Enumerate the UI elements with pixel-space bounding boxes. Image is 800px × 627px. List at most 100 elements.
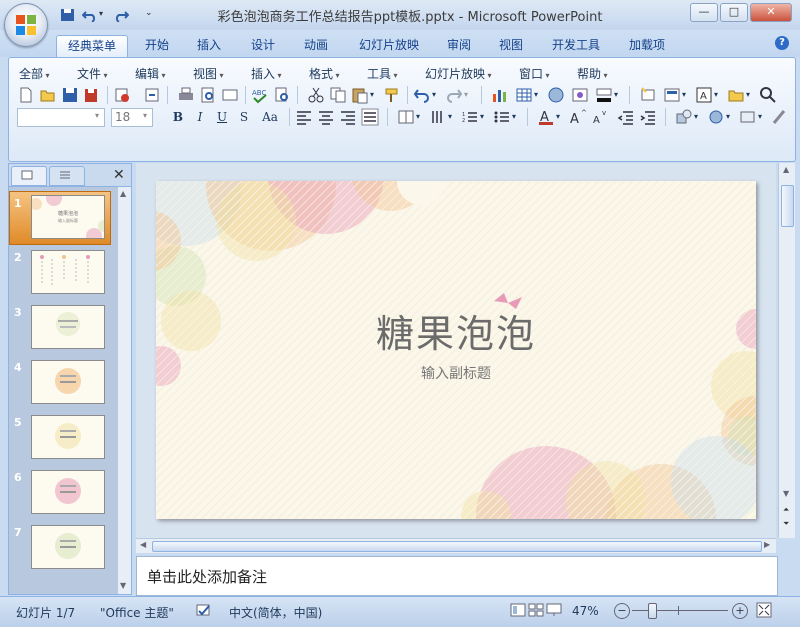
menu-edit[interactable]: 编辑	[135, 65, 166, 82]
tab-view[interactable]: 视图	[492, 35, 530, 56]
bullets-dropdown-icon[interactable]: ▾	[512, 112, 516, 121]
underline-button[interactable]: U	[213, 108, 231, 126]
permission-icon[interactable]	[113, 86, 131, 104]
menu-view[interactable]: 视图	[193, 65, 224, 82]
paste-icon[interactable]	[351, 86, 369, 104]
zoom-in-icon[interactable]: +	[732, 603, 748, 619]
slide-thumbnail[interactable]	[31, 470, 105, 514]
scroll-down-icon[interactable]: ▼	[120, 581, 126, 590]
font-name-select[interactable]	[17, 108, 105, 127]
font-size-dropdown-icon[interactable]: ▾	[143, 111, 147, 120]
slide-thumbnail[interactable]	[31, 415, 105, 459]
undo-dropdown-icon[interactable]: ▾	[99, 9, 103, 18]
bold-button[interactable]: B	[169, 108, 187, 126]
format-painter-icon[interactable]	[383, 86, 401, 104]
align-center-icon[interactable]	[317, 108, 335, 126]
find-icon[interactable]	[759, 86, 777, 104]
menu-format[interactable]: 格式	[309, 65, 340, 82]
undo-toolbar-dropdown-icon[interactable]: ▾	[432, 90, 436, 99]
text-direction-icon[interactable]	[429, 108, 447, 126]
columns-icon[interactable]	[397, 108, 415, 126]
decrease-indent-icon[interactable]	[617, 108, 635, 126]
tab-design[interactable]: 设计	[244, 35, 282, 56]
previous-slide-icon[interactable]: ⏶	[783, 505, 789, 515]
menu-all[interactable]: 全部	[19, 65, 50, 82]
slideshow-view-icon[interactable]	[546, 603, 562, 617]
redo-icon[interactable]	[113, 8, 129, 22]
redo-toolbar-icon[interactable]	[445, 86, 463, 104]
copy-icon[interactable]	[329, 86, 347, 104]
paste-dropdown-icon[interactable]: ▾	[370, 90, 374, 99]
office-button[interactable]	[4, 3, 48, 47]
arrange-icon[interactable]	[707, 108, 725, 126]
shapes-icon[interactable]	[675, 108, 693, 126]
tab-outline[interactable]	[49, 166, 85, 186]
vertical-scroll-thumb[interactable]	[781, 185, 794, 227]
shrink-font-icon[interactable]: Av	[591, 108, 609, 126]
spelling-icon[interactable]: ABC	[251, 86, 269, 104]
tab-classic-menu[interactable]: 经典菜单	[56, 35, 128, 57]
zoom-slider-track[interactable]	[632, 610, 728, 611]
textbox-icon[interactable]: A	[695, 86, 713, 104]
slide-thumbnail[interactable]: 糖果泡泡 输入副标题	[31, 195, 105, 239]
normal-view-icon[interactable]	[510, 603, 526, 617]
italic-button[interactable]: I	[191, 108, 209, 126]
thumbnail-scrollbar[interactable]: ▲ ▼	[117, 187, 131, 594]
print-preview-icon[interactable]	[199, 86, 217, 104]
print-icon[interactable]	[177, 86, 195, 104]
redo-toolbar-dropdown-icon[interactable]: ▾	[464, 90, 468, 99]
maximize-button[interactable]: □	[720, 3, 748, 22]
customize-qat-icon[interactable]: ⌄	[145, 8, 153, 18]
scroll-up-icon[interactable]: ▲	[783, 165, 789, 174]
notes-pane[interactable]: 单击此处添加备注	[136, 556, 778, 596]
shape-outline-icon[interactable]	[771, 108, 789, 126]
numbering-icon[interactable]: 12	[461, 108, 479, 126]
slide-sorter-icon[interactable]	[528, 603, 544, 617]
save-as-icon[interactable]	[83, 86, 101, 104]
notes-placeholder[interactable]: 单击此处添加备注	[147, 566, 267, 587]
tab-animation[interactable]: 动画	[297, 35, 335, 56]
font-name-dropdown-icon[interactable]: ▾	[95, 111, 99, 120]
slide-title[interactable]: 糖果泡泡	[156, 303, 756, 358]
quick-styles-icon[interactable]	[739, 108, 757, 126]
insert-table-icon[interactable]	[515, 86, 533, 104]
language-indicator[interactable]: 中文(简体，中国)	[229, 604, 322, 621]
scroll-down-icon[interactable]: ▼	[783, 489, 789, 498]
menu-window[interactable]: 窗口	[519, 65, 550, 82]
menu-tools[interactable]: 工具	[367, 65, 398, 82]
change-case-button[interactable]: Aa	[257, 108, 283, 126]
slide-vertical-scrollbar[interactable]: ▲ ▼ ⏶ ⏷	[778, 163, 795, 538]
justify-icon[interactable]	[361, 108, 379, 126]
layout-dropdown-icon[interactable]: ▾	[682, 90, 686, 99]
quick-styles-dropdown-icon[interactable]: ▾	[758, 112, 762, 121]
align-right-icon[interactable]	[339, 108, 357, 126]
align-left-icon[interactable]	[295, 108, 313, 126]
scroll-right-icon[interactable]: ▶	[764, 540, 770, 549]
slide-icon[interactable]	[221, 86, 239, 104]
tab-slides[interactable]	[11, 166, 47, 186]
menu-slideshow[interactable]: 幻灯片放映	[425, 65, 492, 82]
close-button[interactable]: ✕	[750, 3, 792, 22]
increase-indent-icon[interactable]	[639, 108, 657, 126]
insert-chart-icon[interactable]	[491, 86, 509, 104]
cut-icon[interactable]	[307, 86, 325, 104]
font-color-icon[interactable]: A	[537, 108, 555, 126]
tab-home[interactable]: 开始	[138, 35, 176, 56]
layout-icon[interactable]	[663, 86, 681, 104]
undo-icon[interactable]	[82, 8, 98, 22]
bullets-icon[interactable]	[493, 108, 511, 126]
next-slide-icon[interactable]: ⏷	[783, 519, 789, 529]
scroll-left-icon[interactable]: ◀	[140, 540, 146, 549]
slide-horizontal-scrollbar[interactable]: ◀ ▶	[136, 538, 776, 553]
tab-addins[interactable]: 加载项	[622, 35, 672, 56]
fill-color-dropdown-icon[interactable]: ▾	[614, 90, 618, 99]
slide-canvas[interactable]: 糖果泡泡 输入副标题	[156, 181, 756, 519]
scroll-up-icon[interactable]: ▲	[120, 189, 126, 198]
menu-insert[interactable]: 插入	[251, 65, 282, 82]
table-dropdown-icon[interactable]: ▾	[534, 90, 538, 99]
spelling-check-icon[interactable]	[196, 603, 212, 617]
grow-font-icon[interactable]: A ^	[569, 108, 587, 126]
horizontal-scroll-thumb[interactable]	[152, 541, 762, 552]
close-pane-icon[interactable]: ✕	[113, 167, 125, 183]
folder-dropdown-icon[interactable]: ▾	[746, 90, 750, 99]
